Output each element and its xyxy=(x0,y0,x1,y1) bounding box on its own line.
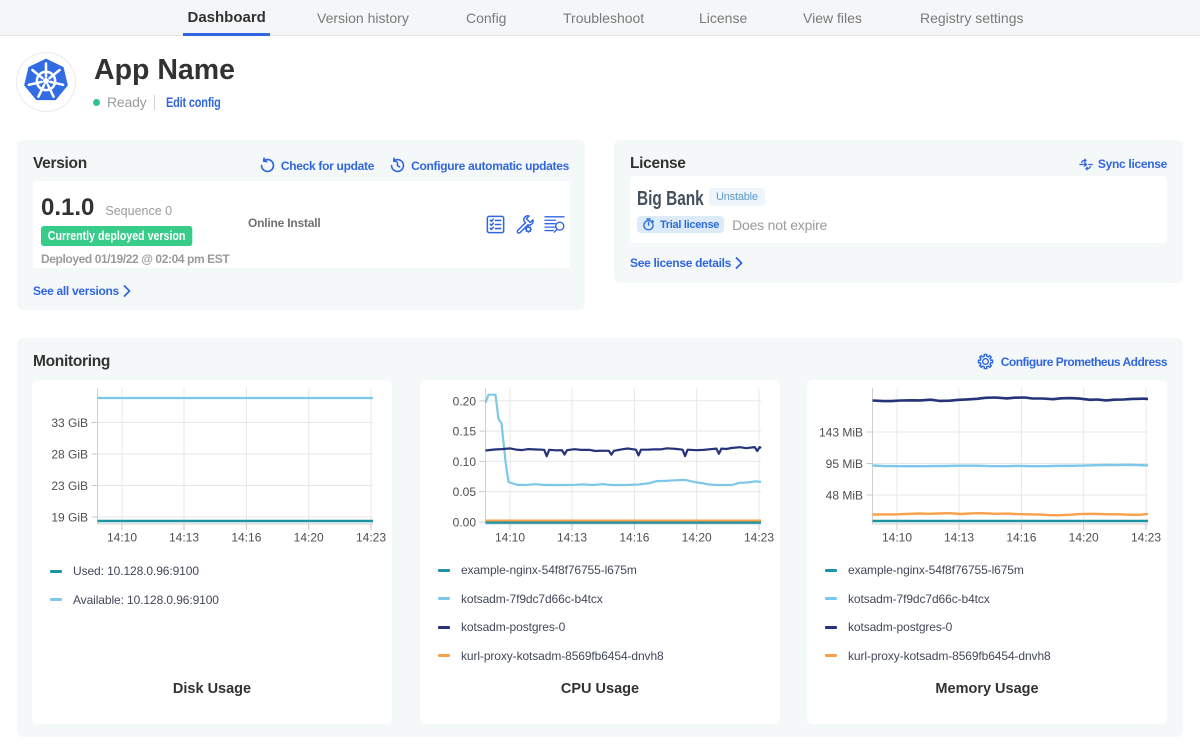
svg-text:0.10: 0.10 xyxy=(453,455,477,469)
svg-text:19 GiB: 19 GiB xyxy=(51,511,88,525)
svg-text:14:10: 14:10 xyxy=(495,531,525,545)
svg-text:48 MiB: 48 MiB xyxy=(826,489,863,503)
svg-text:28 GiB: 28 GiB xyxy=(51,448,88,462)
svg-text:143 MiB: 143 MiB xyxy=(819,426,863,440)
svg-text:14:16: 14:16 xyxy=(231,531,261,545)
svg-text:14:13: 14:13 xyxy=(944,531,974,545)
svg-text:14:13: 14:13 xyxy=(169,531,199,545)
svg-text:14:20: 14:20 xyxy=(682,531,712,545)
svg-text:14:10: 14:10 xyxy=(882,531,912,545)
svg-text:95 MiB: 95 MiB xyxy=(826,457,863,471)
svg-text:14:10: 14:10 xyxy=(107,531,137,545)
svg-text:14:20: 14:20 xyxy=(1069,531,1099,545)
svg-text:0.15: 0.15 xyxy=(453,425,477,439)
svg-text:14:13: 14:13 xyxy=(557,531,587,545)
svg-text:14:16: 14:16 xyxy=(1006,531,1036,545)
svg-text:14:20: 14:20 xyxy=(294,531,324,545)
svg-text:0.00: 0.00 xyxy=(453,516,477,530)
svg-text:14:16: 14:16 xyxy=(619,531,649,545)
svg-text:14:23: 14:23 xyxy=(1131,531,1161,545)
svg-text:33 GiB: 33 GiB xyxy=(51,416,88,430)
svg-text:0.20: 0.20 xyxy=(453,394,477,408)
svg-text:14:23: 14:23 xyxy=(744,531,774,545)
svg-text:23 GiB: 23 GiB xyxy=(51,479,88,493)
svg-text:0.05: 0.05 xyxy=(453,485,477,499)
svg-text:14:23: 14:23 xyxy=(356,531,386,545)
